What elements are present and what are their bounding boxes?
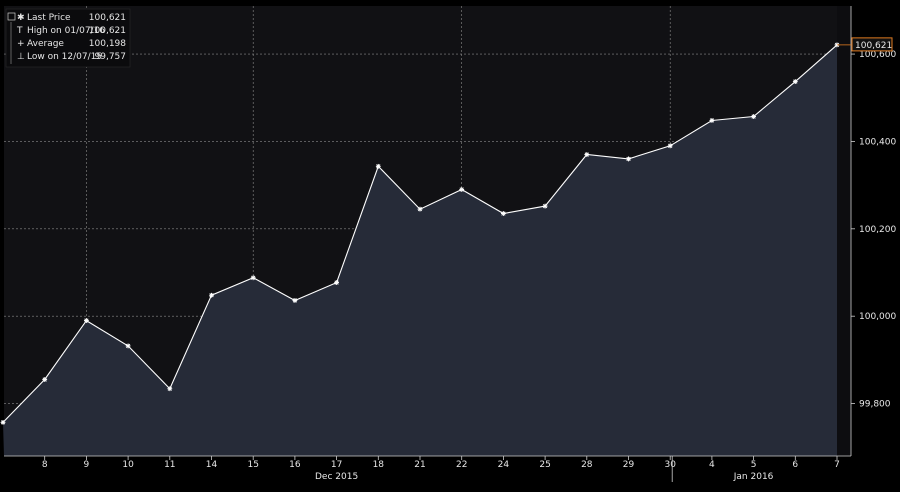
legend-symbol: T xyxy=(16,26,23,36)
legend-item: ⊥ Low on 12/07/1599,757 xyxy=(17,52,126,62)
y-tick-label: 100,000 xyxy=(859,312,896,322)
legend-value: 100,198 xyxy=(89,39,126,49)
x-tick-label: 17 xyxy=(331,460,342,470)
x-tick-label: 4 xyxy=(709,460,715,470)
x-tick-label: 30 xyxy=(664,460,676,470)
x-tick-label: 6 xyxy=(792,460,798,470)
x-tick-label: 15 xyxy=(247,460,258,470)
data-point xyxy=(0,419,6,425)
legend-symbol: ✱ xyxy=(17,13,25,23)
legend: ✱ Last Price 100,621T High on 01/07/16100,6… xyxy=(5,8,131,68)
data-point xyxy=(459,187,465,192)
y-tick-label: 99,800 xyxy=(859,400,891,410)
x-tick-label: 7 xyxy=(834,460,840,470)
y-tick-label: 100,600 xyxy=(859,50,896,60)
x-tick-label: 24 xyxy=(498,460,510,470)
data-point xyxy=(125,343,131,349)
month-label: Jan 2016 xyxy=(733,472,774,482)
y-tick-label: 100,400 xyxy=(859,137,896,147)
last-price-tag-label: 100,621 xyxy=(855,41,892,51)
x-tick-label: 22 xyxy=(456,460,467,470)
data-point xyxy=(709,118,715,123)
data-point xyxy=(584,152,590,157)
legend-item: T High on 01/07/16100,621 xyxy=(16,26,126,36)
month-label: Dec 2015 xyxy=(315,472,358,482)
legend-label: Last Price xyxy=(27,13,71,23)
x-tick-label: 16 xyxy=(289,460,301,470)
data-point xyxy=(667,143,673,149)
data-point xyxy=(209,292,214,298)
x-tick-label: 28 xyxy=(581,460,593,470)
data-point xyxy=(334,280,339,285)
legend-symbol: ⊥ xyxy=(17,52,25,62)
price-chart: 99,800 100,000 100,200 100,400 100,600 8 9 10 1… xyxy=(0,0,900,492)
data-point xyxy=(42,377,48,382)
legend-value: 100,621 xyxy=(89,13,126,23)
data-point xyxy=(626,156,631,162)
data-point xyxy=(792,79,798,84)
legend-value: 99,757 xyxy=(95,52,127,62)
data-point xyxy=(167,386,173,392)
future-strip xyxy=(837,6,851,456)
x-tick-label: 18 xyxy=(373,460,385,470)
x-tick-label: 8 xyxy=(42,460,48,470)
data-point xyxy=(375,163,381,169)
data-point xyxy=(542,203,548,209)
x-tick-label: 9 xyxy=(84,460,90,470)
y-tick-label: 100,200 xyxy=(859,225,896,235)
data-point xyxy=(417,206,423,212)
x-tick-label: 25 xyxy=(539,460,550,470)
x-tick-label: 10 xyxy=(122,460,134,470)
data-point xyxy=(84,318,89,323)
x-tick-label: 29 xyxy=(623,460,635,470)
legend-label: Low on 12/07/15 xyxy=(27,52,102,62)
data-point xyxy=(250,275,256,281)
legend-label: Average xyxy=(27,39,64,49)
data-point xyxy=(751,114,756,119)
x-tick-label: 5 xyxy=(751,460,757,470)
legend-value: 100,621 xyxy=(89,26,126,36)
x-tick-label: 11 xyxy=(164,460,175,470)
x-tick-label: 21 xyxy=(414,460,425,470)
data-point xyxy=(292,298,298,303)
data-point xyxy=(501,211,506,216)
legend-symbol: + xyxy=(17,39,25,49)
x-tick-label: 14 xyxy=(206,460,218,470)
